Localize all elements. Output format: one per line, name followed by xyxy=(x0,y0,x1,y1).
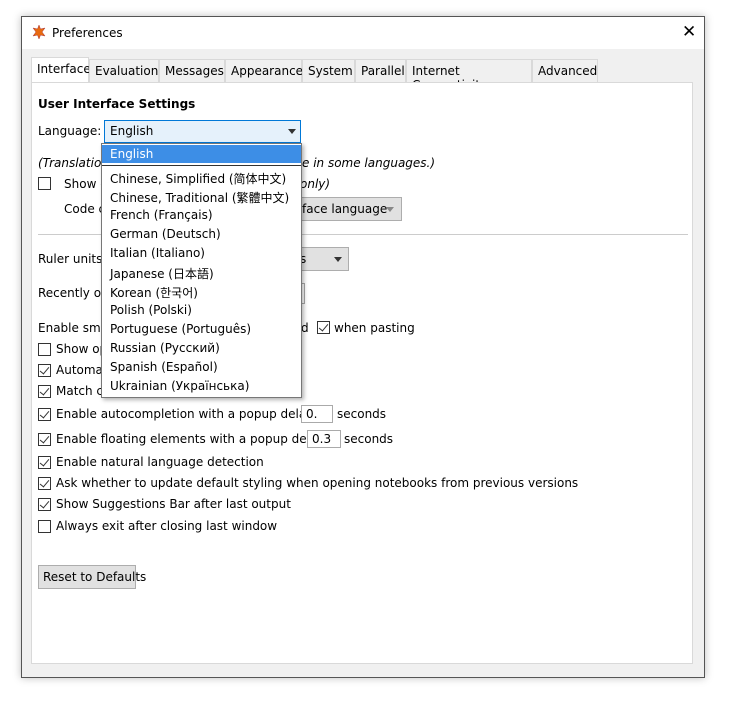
chevron-down-icon xyxy=(334,257,342,262)
recently-opened-label: Recently op xyxy=(38,286,109,300)
autocompletion-delay-input[interactable]: 0. xyxy=(301,405,333,423)
language-option[interactable]: Korean (한국어) xyxy=(102,282,301,301)
floating-label: Enable floating elements with a popup de… xyxy=(56,432,340,446)
show-label-end: only) xyxy=(300,177,331,191)
tab-interface[interactable]: Interface xyxy=(31,57,91,84)
always-exit-checkbox[interactable] xyxy=(38,520,51,533)
language-option[interactable]: German (Deutsch) xyxy=(102,225,301,244)
floating-unit: seconds xyxy=(344,432,394,446)
suggestions-bar-checkbox[interactable] xyxy=(38,498,51,511)
code-label: Code c xyxy=(64,202,106,216)
code-value: face language xyxy=(302,202,388,216)
language-option[interactable]: Portuguese (Português) xyxy=(102,320,301,339)
suggestions-bar-label: Show Suggestions Bar after last output xyxy=(56,497,291,511)
language-option[interactable]: Russian (Русский) xyxy=(102,339,301,358)
natural-language-checkbox[interactable] xyxy=(38,456,51,469)
language-option[interactable]: Spanish (Español) xyxy=(102,358,301,377)
automat-checkbox[interactable] xyxy=(38,364,51,377)
language-dropdown-list: English Chinese, Simplified (简体中文) Chine… xyxy=(101,143,302,398)
language-label: Language: xyxy=(38,124,102,138)
section-title: User Interface Settings xyxy=(38,97,196,111)
show-op-label: Show op xyxy=(56,342,108,356)
language-option[interactable]: Japanese (日本語) xyxy=(102,263,301,282)
match-checkbox[interactable] xyxy=(38,385,51,398)
floating-delay-input[interactable]: 0.3 xyxy=(307,430,341,448)
language-option[interactable]: Chinese, Simplified (简体中文) xyxy=(102,168,301,187)
floating-checkbox[interactable] xyxy=(38,433,51,446)
language-option[interactable]: Polish (Polski) xyxy=(102,301,301,320)
tab-advanced[interactable]: Advanced xyxy=(532,59,598,83)
tab-parallel[interactable]: Parallel xyxy=(355,59,406,83)
when-pasting-label: when pasting xyxy=(334,321,415,335)
always-exit-label: Always exit after closing last window xyxy=(56,519,278,533)
autocompletion-unit: seconds xyxy=(337,407,387,421)
natural-language-label: Enable natural language detection xyxy=(56,455,264,469)
language-option[interactable]: Ukrainian (Українська) xyxy=(102,377,301,396)
tab-internet-connectivity[interactable]: Internet Connectivity xyxy=(406,59,532,92)
reset-to-defaults-button[interactable]: Reset to Defaults xyxy=(38,565,146,589)
language-option-english[interactable]: English xyxy=(102,145,301,163)
language-option[interactable]: Italian (Italiano) xyxy=(102,244,301,263)
smart-quotes-label-end: d xyxy=(301,321,309,335)
chevron-down-icon xyxy=(288,129,296,134)
show-op-checkbox[interactable] xyxy=(38,343,51,356)
automat-label: Automat xyxy=(56,363,108,377)
autocompletion-checkbox[interactable] xyxy=(38,408,51,421)
show-checkbox[interactable] xyxy=(38,177,51,190)
close-icon[interactable]: ✕ xyxy=(682,22,696,42)
language-value: English xyxy=(110,124,154,138)
dropdown-separator xyxy=(102,165,301,166)
language-combobox[interactable]: English xyxy=(104,120,301,143)
tab-system[interactable]: System xyxy=(302,59,355,83)
update-styling-checkbox[interactable] xyxy=(38,477,51,490)
update-styling-label: Ask whether to update default styling wh… xyxy=(56,476,579,490)
language-option[interactable]: French (Français) xyxy=(102,206,301,225)
autocompletion-label: Enable autocompletion with a popup delay… xyxy=(56,407,329,421)
tab-evaluation[interactable]: Evaluation xyxy=(89,59,159,83)
chevron-down-icon xyxy=(386,207,394,212)
tab-messages[interactable]: Messages xyxy=(159,59,225,83)
window-title: Preferences xyxy=(52,26,123,40)
tab-appearance[interactable]: Appearance xyxy=(225,59,303,83)
title-bar: Preferences ✕ xyxy=(22,17,704,49)
translation-note-end: e in some languages.) xyxy=(302,156,436,170)
ruler-units-label: Ruler units: xyxy=(38,252,107,266)
language-option[interactable]: Chinese, Traditional (繁體中文) xyxy=(102,187,301,206)
translation-note: (Translation xyxy=(38,156,109,170)
when-pasting-checkbox[interactable] xyxy=(317,321,330,334)
wolfram-star-icon xyxy=(32,25,46,39)
